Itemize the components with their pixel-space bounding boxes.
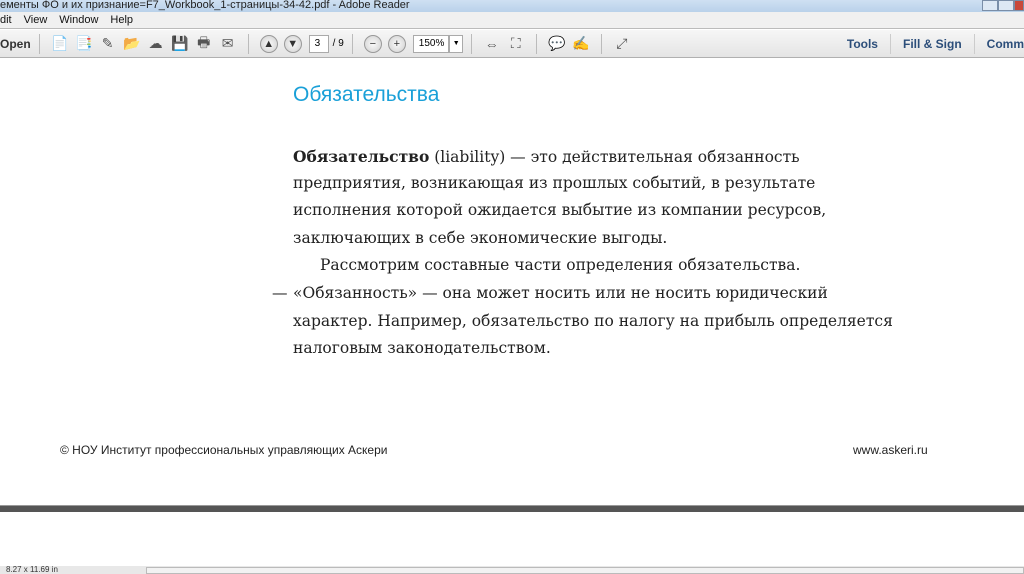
cloud-upload-icon[interactable]: ☁ bbox=[146, 34, 166, 54]
tools-button[interactable]: Tools bbox=[835, 34, 890, 54]
menu-bar: dit View Window Help bbox=[0, 12, 1024, 29]
menu-help[interactable]: Help bbox=[110, 14, 133, 26]
paragraph-line: Рассмотрим составные части определения о… bbox=[320, 256, 801, 274]
menu-edit[interactable]: dit bbox=[0, 14, 12, 26]
document-page: Обязательства Обязательство (liability) … bbox=[0, 59, 1024, 505]
zoom-dropdown-icon[interactable]: ▼ bbox=[448, 34, 463, 53]
edit-pdf-icon[interactable]: ✎ bbox=[98, 34, 118, 54]
paragraph-line: «Обязанность» — она может носить или не … bbox=[293, 284, 828, 302]
maximize-button[interactable] bbox=[998, 0, 1014, 11]
zoom-select[interactable]: 150% bbox=[412, 34, 449, 53]
zoom-out-button[interactable]: − bbox=[363, 34, 382, 53]
line-text: (liability) — это действительная обязанн… bbox=[429, 148, 800, 166]
print-icon[interactable]: 🖶 bbox=[194, 34, 214, 54]
status-bar: 8.27 x 11.69 in bbox=[0, 566, 1024, 574]
page-separator bbox=[0, 505, 1024, 512]
page-size: 8.27 x 11.69 in bbox=[6, 565, 58, 574]
sticky-note-icon[interactable]: 💬 bbox=[547, 34, 567, 54]
paragraph-line: исполнения которой ожидается выбытие из … bbox=[293, 201, 827, 219]
open-folder-icon[interactable]: 📂 bbox=[122, 34, 142, 54]
next-page-button[interactable]: ▼ bbox=[283, 34, 302, 53]
open-button[interactable]: Open bbox=[0, 37, 31, 51]
section-heading: Обязательства bbox=[293, 83, 440, 106]
save-icon[interactable]: 💾 bbox=[170, 34, 190, 54]
toolbar: Open 📄 📑 ✎ 📂 ☁ 💾 🖶 ✉ ▲ ▼ 3 / 9 − + 150% … bbox=[0, 30, 1024, 58]
fit-page-icon[interactable]: ⛶ bbox=[506, 34, 526, 54]
menu-view[interactable]: View bbox=[24, 14, 48, 26]
horizontal-scrollbar[interactable] bbox=[146, 567, 1024, 574]
paragraph-line: предприятия, возникающая из прошлых собы… bbox=[293, 174, 816, 192]
page-number-input[interactable]: 3 bbox=[308, 34, 329, 53]
comment-button[interactable]: Comm bbox=[973, 33, 1024, 54]
footer-copyright: © НОУ Институт профессиональных управляю… bbox=[60, 443, 388, 457]
email-icon[interactable]: ✉ bbox=[218, 34, 238, 54]
fill-sign-button[interactable]: Fill & Sign bbox=[889, 33, 974, 54]
fit-width-icon[interactable]: ⇔ bbox=[482, 34, 502, 54]
paragraph-line: характер. Например, обязательство по нал… bbox=[293, 312, 893, 330]
list-dash: — bbox=[272, 284, 288, 302]
zoom-in-button[interactable]: + bbox=[387, 34, 406, 53]
close-button[interactable] bbox=[1014, 0, 1024, 11]
menu-window[interactable]: Window bbox=[59, 14, 98, 26]
create-pdf-icon[interactable]: 📄 bbox=[50, 34, 70, 54]
term-bold: Обязательство bbox=[293, 147, 430, 166]
highlight-text-icon[interactable]: ✍ bbox=[571, 34, 591, 54]
paragraph-line: налоговым законодательством. bbox=[293, 339, 551, 357]
export-pdf-icon[interactable]: 📑 bbox=[74, 34, 94, 54]
footer-website: www.askeri.ru bbox=[853, 443, 928, 457]
full-screen-icon[interactable]: ⤢ bbox=[612, 34, 632, 54]
window-title: ементы ФО и их признание=F7_Workbook_1-с… bbox=[0, 0, 410, 11]
minimize-button[interactable] bbox=[982, 0, 998, 11]
page-total: / 9 bbox=[332, 38, 344, 49]
title-bar: ементы ФО и их признание=F7_Workbook_1-с… bbox=[0, 0, 1024, 12]
paragraph-line: Обязательство (liability) — это действит… bbox=[293, 147, 800, 166]
paragraph-line: заключающих в себе экономические выгоды. bbox=[293, 229, 668, 247]
prev-page-button[interactable]: ▲ bbox=[259, 34, 278, 53]
